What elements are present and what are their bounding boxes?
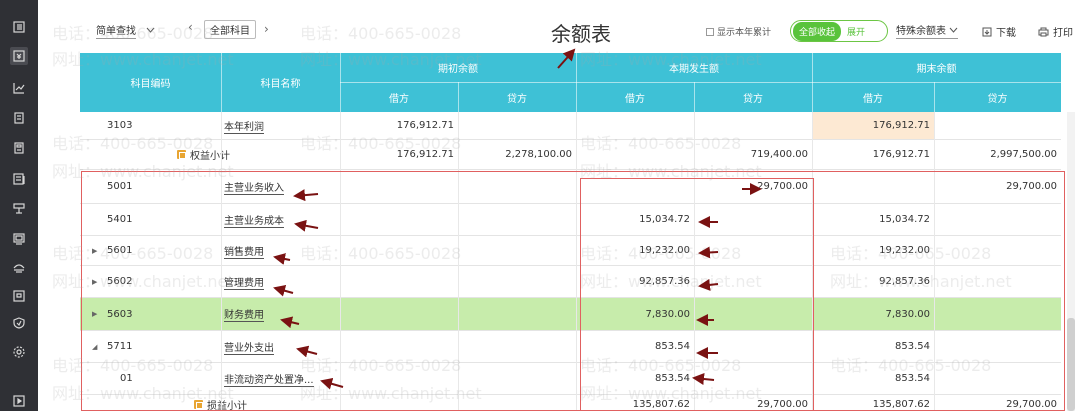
chevron-right-icon[interactable]: › — [264, 22, 269, 36]
show-year-total-label: 显示本年累计 — [717, 28, 772, 38]
header-opening-credit: 贷方 — [507, 93, 527, 105]
opening-credit — [458, 112, 576, 139]
header-opening-debit: 借方 — [389, 93, 409, 105]
closing-credit: 2,997,500.00 — [990, 149, 1057, 160]
opening-debit: 176,912.71 — [396, 120, 454, 131]
table-row[interactable]: 3103 本年利润 176,912.71 176,912.71 — [80, 112, 1061, 140]
expand-collapse-toggle[interactable]: 全部收起 展开 — [790, 20, 888, 42]
document-icon[interactable] — [10, 287, 28, 305]
header-closing-debit: 借方 — [863, 93, 883, 105]
query-mode-label: 简单查找 — [96, 22, 136, 39]
closing-debit: 176,912.71 — [872, 149, 930, 160]
left-sidebar — [0, 0, 38, 411]
scrollbar-thumb[interactable] — [1067, 318, 1075, 411]
all-accounts-label: 全部科目 — [204, 19, 256, 39]
header-code: 科目编码 — [130, 79, 171, 90]
account-name[interactable]: 本年利润 — [224, 118, 264, 134]
chevron-down-icon — [146, 27, 155, 33]
stamp-icon[interactable] — [10, 200, 28, 218]
account-code: 3103 — [107, 120, 133, 131]
annotation-box — [580, 178, 814, 411]
header-divider — [694, 82, 695, 112]
checkbox-box[interactable] — [706, 27, 714, 36]
table-header: 科目编码 科目名称 期初余额 本期发生额 期末余额 借方 贷方 借方 贷方 借方… — [80, 53, 1061, 112]
header-divider — [340, 82, 1061, 83]
download-button[interactable]: 下载 — [982, 24, 1016, 39]
expand-button[interactable]: 展开 — [841, 22, 871, 41]
table-row-subtotal: 权益小计 176,912.71 2,278,100.00 719,400.00 … — [80, 140, 1061, 170]
header-current-credit: 贷方 — [743, 93, 763, 105]
chevron-left-icon[interactable]: ‹ — [188, 20, 193, 34]
chevron-down-icon — [949, 27, 958, 33]
subtotal-icon — [177, 150, 186, 159]
special-balance-select[interactable]: 特殊余额表 — [896, 22, 958, 39]
collapse-all-button[interactable]: 全部收起 — [793, 21, 842, 41]
page-title: 余额表 — [551, 22, 611, 46]
print-label: 打印 — [1053, 28, 1073, 39]
play-icon[interactable] — [10, 392, 28, 410]
closing-credit — [934, 112, 1061, 139]
closing-debit: 176,912.71 — [872, 120, 930, 131]
download-label: 下载 — [996, 28, 1016, 39]
current-credit: 719,400.00 — [750, 149, 808, 160]
header-name: 科目名称 — [260, 79, 301, 90]
report-icon[interactable] — [10, 170, 28, 188]
voucher-icon[interactable] — [10, 47, 28, 65]
header-current: 本期发生额 — [669, 64, 719, 75]
opening-debit: 176,912.71 — [396, 149, 454, 160]
opening-credit: 2,278,100.00 — [505, 149, 572, 160]
print-button[interactable]: 打印 — [1038, 24, 1073, 39]
annotation-box — [81, 171, 1065, 411]
header-divider — [221, 53, 222, 112]
download-icon — [982, 27, 992, 36]
current-debit — [576, 140, 694, 169]
account-name-link[interactable]: 本年利润 — [224, 112, 340, 139]
gear-icon[interactable] — [10, 343, 28, 361]
query-mode-select[interactable]: 简单查找 — [96, 22, 155, 39]
header-divider — [934, 82, 935, 112]
subtotal-name: 权益小计 — [190, 151, 230, 162]
header-divider — [458, 82, 459, 112]
list-icon[interactable] — [10, 18, 28, 36]
print-icon — [1038, 27, 1049, 36]
ledger-icon[interactable] — [10, 109, 28, 127]
header-opening: 期初余额 — [438, 64, 478, 75]
shield-icon[interactable] — [10, 314, 28, 332]
header-current-debit: 借方 — [625, 93, 645, 105]
monitor-icon[interactable] — [10, 230, 28, 248]
header-closing: 期末余额 — [916, 64, 957, 75]
subtotal-label: 权益小计 — [177, 140, 340, 169]
calculator-icon[interactable] — [10, 139, 28, 157]
all-accounts-button[interactable]: 全部科目 › — [204, 19, 269, 39]
current-debit — [576, 112, 694, 139]
special-balance-label: 特殊余额表 — [896, 26, 946, 37]
current-credit — [694, 112, 812, 139]
show-year-total-checkbox[interactable]: 显示本年累计 — [706, 25, 771, 38]
chart-icon[interactable] — [10, 79, 28, 97]
header-closing-credit: 贷方 — [987, 93, 1008, 105]
wallet-icon[interactable] — [10, 258, 28, 276]
